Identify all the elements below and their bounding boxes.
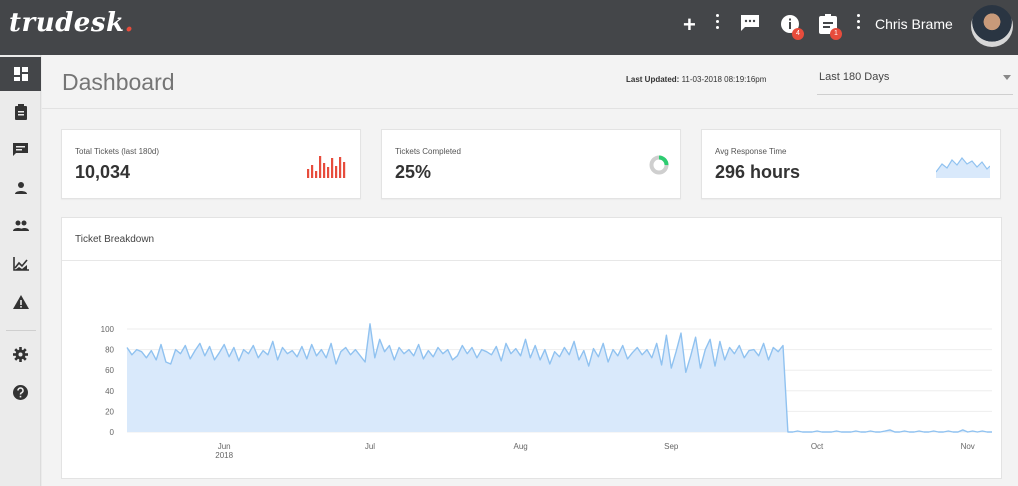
app-logo[interactable]: trudesk. <box>9 8 134 38</box>
area-sparkline-icon <box>936 157 990 178</box>
clipboard-icon <box>14 104 27 120</box>
y-tick-label: 20 <box>105 407 114 416</box>
last-updated: Last Updated: 11-03-2018 08:19:16pm <box>626 75 767 84</box>
settings-icon <box>13 346 28 362</box>
sidebar <box>0 55 41 486</box>
tickets-badge: 1 <box>830 28 842 40</box>
person-icon <box>14 182 27 194</box>
avg-response-card: Avg Response Time 296 hours <box>701 129 1001 199</box>
reports-icon <box>12 257 29 271</box>
x-tick-label: Jul <box>365 442 375 451</box>
ticket-breakdown-card: Ticket Breakdown 0 20 40 60 80 100 Jun 2018 Jul A… <box>61 217 1002 479</box>
x-tick-sublabel: 2018 <box>215 451 233 460</box>
kebab-menu-icon[interactable] <box>857 14 861 30</box>
sidebar-item-notices[interactable] <box>0 285 41 319</box>
card-label: Avg Response Time <box>715 147 787 156</box>
y-tick-label: 80 <box>105 346 114 355</box>
x-tick-label: Sep <box>664 442 679 451</box>
ticket-breakdown-chart[interactable]: 0 20 40 60 80 100 Jun2018 Jul Aug Sep Oct Nov <box>62 261 1001 478</box>
card-value: 10,034 <box>75 162 131 182</box>
bar-sparkline-icon <box>307 156 346 178</box>
sidebar-item-dashboard[interactable] <box>0 57 41 91</box>
card-label: Total Tickets (last 180d) <box>75 147 160 156</box>
sidebar-item-accounts[interactable] <box>0 171 41 205</box>
sidebar-item-reports[interactable] <box>0 247 41 281</box>
x-tick-label: Aug <box>514 442 528 451</box>
chart-title: Ticket Breakdown <box>75 234 155 245</box>
y-tick-label: 100 <box>101 325 115 334</box>
y-tick-label: 0 <box>110 428 115 437</box>
user-name[interactable]: Chris Brame <box>875 16 953 32</box>
card-value: 25% <box>395 162 432 182</box>
plus-icon[interactable]: + <box>683 14 696 36</box>
x-tick-label: Jun <box>218 442 231 451</box>
date-range-value: Last 180 Days <box>819 71 890 83</box>
x-tick-label: Oct <box>811 442 824 451</box>
chat-icon <box>13 143 28 156</box>
card-value: 296 hours <box>715 162 801 182</box>
total-tickets-card: Total Tickets (last 180d) 10,034 <box>61 129 361 199</box>
notifications-badge: 4 <box>792 28 804 40</box>
sidebar-item-settings[interactable] <box>0 337 41 371</box>
tickets-completed-card: Tickets Completed 25% <box>381 129 681 199</box>
main-content: Dashboard Last Updated: 11-03-2018 08:19… <box>42 55 1018 486</box>
sidebar-item-messages[interactable] <box>0 133 41 167</box>
kebab-menu-icon[interactable] <box>716 14 720 30</box>
sidebar-item-tickets[interactable] <box>0 95 41 129</box>
avatar[interactable] <box>971 5 1013 47</box>
series-area <box>127 323 992 432</box>
chevron-down-icon <box>1003 75 1011 80</box>
date-range-select[interactable]: Last 180 Days <box>817 67 1013 95</box>
donut-chart-icon <box>649 155 669 175</box>
chat-icon[interactable] <box>740 14 760 36</box>
y-tick-label: 60 <box>105 366 114 375</box>
help-icon <box>13 384 28 400</box>
sidebar-item-groups[interactable] <box>0 209 41 243</box>
sidebar-item-help[interactable] <box>0 375 41 409</box>
dashboard-icon <box>13 67 28 81</box>
warning-icon <box>12 295 29 309</box>
header-divider <box>42 108 1018 109</box>
sidebar-divider <box>6 330 36 331</box>
group-icon <box>12 220 29 231</box>
card-label: Tickets Completed <box>395 147 461 156</box>
page-title: Dashboard <box>62 69 175 95</box>
top-bar: trudesk. + 4 1 Chris Brame <box>0 0 1018 55</box>
x-tick-label: Nov <box>961 442 975 451</box>
y-tick-label: 40 <box>105 387 114 396</box>
